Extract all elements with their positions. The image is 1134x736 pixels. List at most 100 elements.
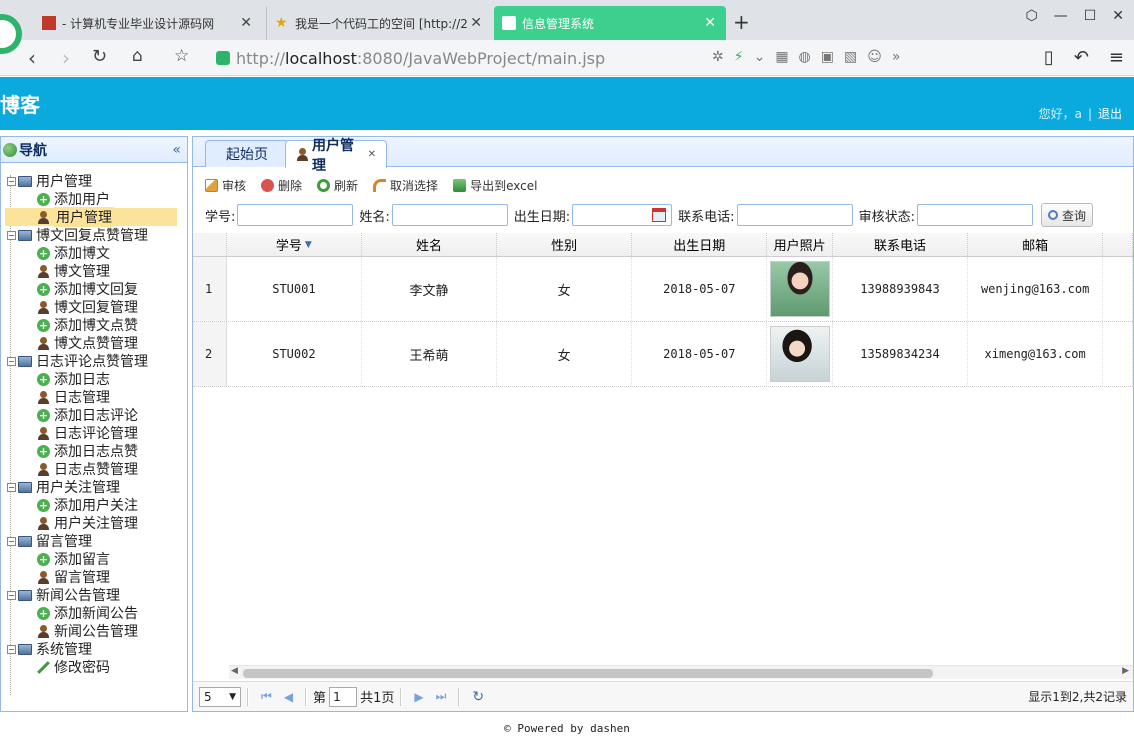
scroll-right-icon[interactable]: ▶	[1122, 666, 1129, 676]
phone-input[interactable]	[736, 204, 853, 226]
bookmark-star-icon[interactable]: ☆	[174, 46, 189, 66]
column-header-email[interactable]: 邮箱	[968, 233, 1104, 256]
sidebar-group[interactable]: − 留言管理	[1, 532, 187, 550]
scrollbar-thumb[interactable]	[243, 669, 933, 678]
collapse-toggle-icon[interactable]: −	[7, 536, 16, 546]
page-number-input[interactable]: 1	[329, 686, 358, 707]
back-icon[interactable]: ‹	[28, 46, 36, 70]
sidebar-item[interactable]: 新闻公告管理	[1, 622, 187, 640]
reload-icon[interactable]: ↻	[92, 46, 107, 67]
deselect-button[interactable]: 取消选择	[369, 175, 443, 195]
last-page-icon[interactable]: ⏭	[436, 689, 447, 704]
sidebar-item[interactable]: + 添加新闻公告	[1, 604, 187, 622]
sidebar-item[interactable]: + 添加博文	[1, 244, 187, 262]
sidebar-item[interactable]: 博文点赞管理	[1, 334, 187, 352]
game-icon[interactable]: ☺	[867, 49, 882, 65]
next-page-icon[interactable]: ▶	[414, 690, 423, 704]
delete-button[interactable]: 删除	[257, 175, 307, 195]
menu-icon[interactable]: ≡	[1109, 47, 1124, 68]
sidebar-item[interactable]: + 添加用户	[1, 190, 187, 208]
sidebar-item[interactable]: 博文管理	[1, 262, 187, 280]
scroll-left-icon[interactable]: ◀	[231, 666, 238, 676]
collapse-toggle-icon[interactable]: −	[7, 590, 16, 600]
close-icon[interactable]: ✕	[470, 15, 482, 31]
address-bar[interactable]: http://localhost:8080/JavaWebProject/mai…	[212, 45, 702, 71]
logout-link[interactable]: 退出	[1098, 107, 1122, 121]
column-header-dob[interactable]: 出生日期	[632, 233, 768, 256]
apps-icon[interactable]: ▦	[775, 49, 788, 65]
sidebar-item[interactable]: 留言管理	[1, 568, 187, 586]
sidebar-item[interactable]: + 添加博文回复	[1, 280, 187, 298]
horizontal-scrollbar[interactable]: ◀ ▶	[229, 665, 1133, 679]
collapse-toggle-icon[interactable]: −	[7, 176, 16, 186]
name-input[interactable]	[391, 204, 508, 226]
collapse-icon[interactable]: «	[172, 142, 181, 158]
sidebar-group[interactable]: − 新闻公告管理	[1, 586, 187, 604]
calendar-icon[interactable]	[652, 208, 667, 222]
window-close-icon[interactable]: ✕	[1112, 8, 1124, 24]
browser-tab-3-active[interactable]: 信息管理系统 ✕	[494, 6, 726, 40]
tab-home[interactable]: 起始页	[205, 140, 289, 167]
sidebar-group[interactable]: − 用户管理	[1, 172, 187, 190]
sidebar-item[interactable]: 博文回复管理	[1, 298, 187, 316]
extension-icon[interactable]: ✲	[712, 49, 724, 65]
sidebar-item[interactable]: 日志点赞管理	[1, 460, 187, 478]
collapse-toggle-icon[interactable]: −	[7, 230, 16, 240]
device-icon[interactable]: ▯	[1044, 47, 1054, 68]
column-header-student-id[interactable]: 学号 ▼	[227, 233, 362, 256]
sidebar-item[interactable]: 用户关注管理	[1, 514, 187, 532]
sidebar-group[interactable]: − 博文回复点赞管理	[1, 226, 187, 244]
undo-icon[interactable]: ↶	[1074, 47, 1089, 68]
user-photo[interactable]	[769, 326, 830, 382]
sidebar-group[interactable]: − 用户关注管理	[1, 478, 187, 496]
query-button[interactable]: 查询	[1040, 203, 1093, 227]
audit-button[interactable]: 审核	[201, 175, 251, 195]
home-icon[interactable]: ⌂	[132, 46, 143, 66]
skin-icon[interactable]: ⬡	[1025, 8, 1037, 24]
browser-tab-1[interactable]: - 计算机专业毕业设计源码网 ✕	[34, 6, 262, 40]
sidebar-item[interactable]: 日志评论管理	[1, 424, 187, 442]
sidebar-item[interactable]: + 添加日志评论	[1, 406, 187, 424]
screenshot-icon[interactable]: ▧	[844, 49, 857, 65]
close-icon[interactable]: ✕	[240, 15, 252, 31]
sidebar-item[interactable]: + 添加日志点赞	[1, 442, 187, 460]
sidebar-item[interactable]: + 添加博文点赞	[1, 316, 187, 334]
column-header-photo[interactable]: 用户照片	[767, 233, 833, 256]
collapse-toggle-icon[interactable]: −	[7, 644, 16, 654]
forward-icon[interactable]: ›	[62, 46, 70, 70]
column-header-gender[interactable]: 性别	[497, 233, 633, 256]
page-size-select[interactable]: 5 ▼	[199, 686, 241, 707]
sidebar-group[interactable]: − 日志评论点赞管理	[1, 352, 187, 370]
pager-refresh-icon[interactable]: ↻	[472, 689, 484, 705]
status-input[interactable]	[916, 204, 1033, 226]
sidebar-item[interactable]: 日志管理	[1, 388, 187, 406]
table-row[interactable]: 1 STU001 李文静 女 2018-05-07 13988939843 we…	[193, 257, 1133, 322]
table-row[interactable]: 2 STU002 王希萌 女 2018-05-07 13589834234 xi…	[193, 322, 1133, 387]
refresh-button[interactable]: 刷新	[313, 175, 363, 195]
wallet-icon[interactable]: ◍	[799, 49, 811, 65]
more-extensions-icon[interactable]: »	[892, 49, 901, 65]
column-header-name[interactable]: 姓名	[362, 233, 498, 256]
minimize-icon[interactable]: —	[1054, 8, 1068, 24]
new-tab-button[interactable]: +	[733, 10, 750, 34]
collapse-toggle-icon[interactable]: −	[7, 482, 16, 492]
student-id-input[interactable]	[237, 204, 354, 226]
close-icon[interactable]: ✕	[704, 15, 716, 31]
tab-user-management[interactable]: 用户管理 ✕	[285, 138, 387, 174]
sidebar-group[interactable]: − 系统管理	[1, 640, 187, 658]
close-icon[interactable]: ✕	[368, 149, 376, 160]
export-button[interactable]: 导出到excel	[449, 175, 542, 195]
sidebar-item[interactable]: + 添加日志	[1, 370, 187, 388]
lightning-icon[interactable]: ⚡	[734, 49, 744, 65]
browser-tab-2[interactable]: ★ 我是一个代码工的空间 [http://2 ✕	[266, 6, 492, 40]
sidebar-item[interactable]: 用户管理	[5, 207, 177, 227]
sidebar-item[interactable]: + 添加用户关注	[1, 496, 187, 514]
column-header-phone[interactable]: 联系电话	[833, 233, 969, 256]
first-page-icon[interactable]: ⏮	[261, 689, 272, 704]
prev-page-icon[interactable]: ◀	[284, 690, 293, 704]
sidebar-item[interactable]: 修改密码	[1, 658, 187, 676]
sidebar-item[interactable]: + 添加留言	[1, 550, 187, 568]
user-photo[interactable]	[769, 261, 830, 317]
collapse-toggle-icon[interactable]: −	[7, 356, 16, 366]
dropdown-icon[interactable]: ⌄	[754, 49, 766, 65]
